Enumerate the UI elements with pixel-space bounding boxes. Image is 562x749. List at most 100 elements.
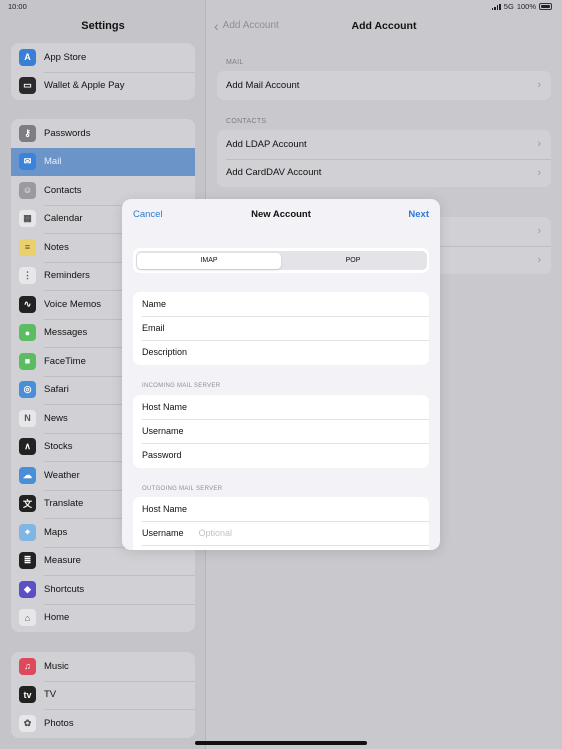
account-info-card: Name Email Description xyxy=(133,292,429,365)
network-type: 5G xyxy=(503,2,514,11)
sidebar-item-label: Calendar xyxy=(44,213,83,225)
account-type-card: IMAP POP xyxy=(133,248,429,273)
chevron-right-icon: › xyxy=(537,79,541,92)
photos-icon: ✿ xyxy=(19,714,36,732)
contacts-section: Add LDAP Account › Add CardDAV Account › xyxy=(217,130,551,187)
sidebar-item-app-store[interactable]: A App Store xyxy=(11,43,195,72)
voice-memos-icon: ∿ xyxy=(19,295,36,313)
sidebar-item-label: Wallet & Apple Pay xyxy=(44,80,125,92)
section-header-contacts: CONTACTS xyxy=(226,118,267,125)
home-indicator[interactable] xyxy=(195,741,367,745)
incoming-host-name-field[interactable]: Host Name xyxy=(133,395,429,419)
news-icon: N xyxy=(19,409,36,427)
outgoing-username-field[interactable]: Username Optional xyxy=(133,521,429,545)
cellular-signal-icon xyxy=(491,3,501,10)
sidebar-item-label: Photos xyxy=(44,717,74,729)
sidebar-group-media: ♫ Music tv TV ✿ Photos xyxy=(11,652,195,738)
username-placeholder: Optional xyxy=(198,528,233,539)
sidebar-item-label: News xyxy=(44,412,68,424)
add-mail-account-row[interactable]: Add Mail Account › xyxy=(217,71,551,100)
add-ldap-account-row[interactable]: Add LDAP Account › xyxy=(217,130,551,159)
tv-icon: tv xyxy=(19,686,36,704)
mail-icon: ✉ xyxy=(19,153,36,171)
sidebar-item-label: Maps xyxy=(44,526,68,538)
account-type-segmented-control: IMAP POP xyxy=(135,251,427,270)
translate-icon: 文 xyxy=(19,495,36,513)
field-label: Host Name xyxy=(142,402,188,413)
name-field[interactable]: Name xyxy=(133,292,429,316)
field-label: Password xyxy=(142,450,182,461)
field-label: Description xyxy=(142,347,188,358)
outgoing-host-name-field[interactable]: Host Name xyxy=(133,497,429,521)
stocks-icon: ∧ xyxy=(19,438,36,456)
sidebar-item-passwords[interactable]: ⚷ Passwords xyxy=(11,119,195,148)
safari-icon: ◎ xyxy=(19,381,36,399)
sidebar-item-measure[interactable]: ≣ Measure xyxy=(11,546,195,576)
battery-icon xyxy=(539,3,552,10)
row-label: Add LDAP Account xyxy=(226,138,307,150)
notes-icon: ≡ xyxy=(19,238,36,256)
next-button[interactable]: Next xyxy=(408,209,429,220)
reminders-icon: ⋮ xyxy=(19,267,36,285)
incoming-server-header: INCOMING MAIL SERVER xyxy=(142,383,221,389)
sidebar-item-tv[interactable]: tv TV xyxy=(11,680,195,710)
music-icon: ♫ xyxy=(19,657,36,675)
sidebar-item-label: FaceTime xyxy=(44,355,86,367)
sidebar-item-mail[interactable]: ✉ Mail xyxy=(11,147,195,176)
page-title: Add Account xyxy=(351,20,417,32)
segment-imap[interactable]: IMAP xyxy=(137,252,281,269)
sidebar-item-label: Voice Memos xyxy=(44,298,102,310)
sidebar-item-label: Stocks xyxy=(44,441,73,453)
outgoing-server-header: OUTGOING MAIL SERVER xyxy=(142,486,223,492)
description-field[interactable]: Description xyxy=(133,340,429,364)
field-label: Username xyxy=(142,426,184,437)
sidebar-item-shortcuts[interactable]: ◆ Shortcuts xyxy=(11,575,195,604)
sidebar-item-label: Reminders xyxy=(44,270,90,282)
status-indicators: 5G 100% xyxy=(491,2,552,11)
sidebar-item-music[interactable]: ♫ Music xyxy=(11,652,195,681)
chevron-right-icon: › xyxy=(537,253,541,266)
sidebar-item-label: Mail xyxy=(44,156,62,168)
row-label: Add CardDAV Account xyxy=(226,167,322,179)
new-account-sheet: Cancel New Account Next IMAP POP Name Em… xyxy=(122,199,440,550)
sidebar-item-home[interactable]: ⌂ Home xyxy=(11,603,195,633)
field-label: Email xyxy=(142,323,165,334)
sidebar-item-label: Music xyxy=(44,660,69,672)
sidebar-title: Settings xyxy=(81,20,125,32)
app-store-icon: A xyxy=(19,48,36,66)
chevron-right-icon: › xyxy=(537,138,541,151)
sidebar-item-label: Home xyxy=(44,612,70,624)
sidebar-item-photos[interactable]: ✿ Photos xyxy=(11,709,195,738)
measure-icon: ≣ xyxy=(19,552,36,570)
sidebar-group-store: A App Store ▭ Wallet & Apple Pay xyxy=(11,43,195,100)
sidebar-item-label: Contacts xyxy=(44,184,82,196)
status-bar: 10:00 5G 100% xyxy=(0,0,562,14)
segment-pop[interactable]: POP xyxy=(281,253,425,269)
incoming-username-field[interactable]: Username xyxy=(133,419,429,443)
facetime-icon: ■ xyxy=(19,352,36,370)
add-carddav-account-row[interactable]: Add CardDAV Account › xyxy=(217,158,551,188)
outgoing-server-card: Host Name Username Optional xyxy=(133,497,429,550)
sidebar-item-label: Messages xyxy=(44,327,88,339)
home-icon: ⌂ xyxy=(19,609,36,627)
chevron-right-icon: › xyxy=(537,225,541,238)
email-field[interactable]: Email xyxy=(133,316,429,340)
incoming-server-card: Host Name Username Password xyxy=(133,395,429,468)
field-label: Name xyxy=(142,299,167,310)
calendar-icon: ▦ xyxy=(19,210,36,228)
field-label: Host Name xyxy=(142,504,188,515)
wallet-icon: ▭ xyxy=(19,77,36,95)
sidebar-item-label: Notes xyxy=(44,241,69,253)
weather-icon: ☁ xyxy=(19,466,36,484)
sheet-title: New Account xyxy=(251,209,311,220)
sidebar-item-wallet[interactable]: ▭ Wallet & Apple Pay xyxy=(11,71,195,101)
incoming-password-field[interactable]: Password xyxy=(133,443,429,467)
sidebar-item-label: TV xyxy=(44,689,57,701)
mail-section: Add Mail Account › xyxy=(217,71,551,100)
messages-icon: ● xyxy=(19,324,36,342)
sidebar-item-label: Translate xyxy=(44,498,84,510)
battery-percent: 100% xyxy=(516,2,536,11)
status-time: 10:00 xyxy=(8,2,27,11)
sidebar-item-label: Passwords xyxy=(44,127,91,139)
outgoing-password-field[interactable] xyxy=(133,545,429,550)
